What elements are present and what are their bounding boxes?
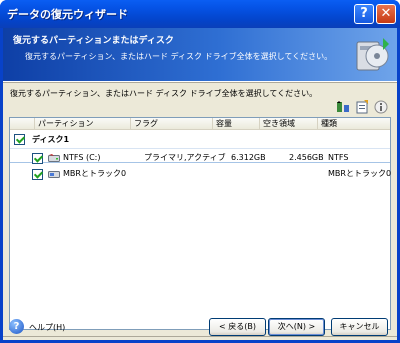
mbr-icon bbox=[48, 171, 60, 178]
title-help-button[interactable]: ? bbox=[354, 4, 374, 24]
header-divider bbox=[3, 81, 397, 83]
disk-checkbox[interactable] bbox=[14, 134, 25, 145]
partition-flag: プライマリ,アクティブ bbox=[144, 153, 226, 162]
column-header: パーティション フラグ 容量 空き領域 種類 bbox=[10, 118, 390, 130]
help-label[interactable]: ヘルプ(H) bbox=[29, 322, 65, 333]
col-flag[interactable]: フラグ bbox=[130, 118, 212, 130]
col-free[interactable]: 空き領域 bbox=[259, 118, 317, 130]
mbr-checkbox[interactable] bbox=[32, 169, 43, 180]
info-icon[interactable] bbox=[374, 100, 388, 114]
table-row[interactable]: MBRとトラック0 MBRとトラック0 bbox=[10, 167, 392, 181]
disk-row[interactable]: ディスク1 bbox=[10, 133, 390, 147]
wizard-window: データの復元ウィザード ? ✕ 復元するパーティションまたはディスク 復元するパ… bbox=[0, 0, 400, 343]
cancel-button[interactable]: キャンセル bbox=[331, 318, 388, 336]
drive-icon bbox=[48, 154, 60, 162]
next-button[interactable]: 次へ(N) > bbox=[268, 318, 325, 336]
header-subtitle: 復元するパーティション、またはハード ディスク ドライブ全体を選択してください。 bbox=[25, 52, 333, 61]
title-close-button[interactable]: ✕ bbox=[376, 4, 396, 24]
disk-label: ディスク1 bbox=[32, 135, 70, 144]
col-partition[interactable]: パーティション bbox=[34, 118, 130, 130]
partition-name: NTFS (C:) bbox=[63, 153, 101, 162]
title-bar[interactable]: データの復元ウィザード ? ✕ bbox=[0, 0, 400, 28]
partition-free: 2.456GB bbox=[289, 153, 324, 162]
mbr-name: MBRとトラック0 bbox=[63, 169, 127, 178]
mbr-type: MBRとトラック0 bbox=[328, 169, 392, 178]
header-title: 復元するパーティションまたはディスク bbox=[13, 36, 174, 46]
partition-checkbox[interactable] bbox=[32, 153, 43, 164]
instruction-text: 復元するパーティション、またはハード ディスク ドライブ全体を選択してください。 bbox=[10, 89, 318, 98]
table-row[interactable]: NTFS (C:) プライマリ,アクティブ 6.312GB 2.456GB NT… bbox=[10, 151, 390, 165]
window-title: データの復元ウィザード bbox=[7, 8, 128, 21]
disk-restore-icon bbox=[356, 38, 389, 71]
help-icon[interactable]: ? bbox=[9, 319, 24, 334]
col-check bbox=[10, 118, 34, 130]
properties-icon[interactable] bbox=[355, 100, 369, 114]
wizard-body: 復元するパーティションまたはディスク 復元するパーティション、またはハード ディ… bbox=[3, 28, 397, 340]
partition-list[interactable]: パーティション フラグ 容量 空き領域 種類 ディスク1 NTFS (C:) プ… bbox=[9, 117, 391, 330]
partition-type: NTFS bbox=[328, 153, 349, 162]
sort-icon[interactable] bbox=[336, 100, 350, 114]
footer-divider bbox=[3, 336, 397, 337]
back-button[interactable]: < 戻る(B) bbox=[209, 318, 266, 336]
wizard-header: 復元するパーティションまたはディスク 復元するパーティション、またはハード ディ… bbox=[3, 28, 397, 81]
col-type[interactable]: 種類 bbox=[317, 118, 390, 130]
disk-underline bbox=[10, 148, 390, 149]
col-size[interactable]: 容量 bbox=[212, 118, 259, 130]
partition-size: 6.312GB bbox=[231, 153, 266, 162]
